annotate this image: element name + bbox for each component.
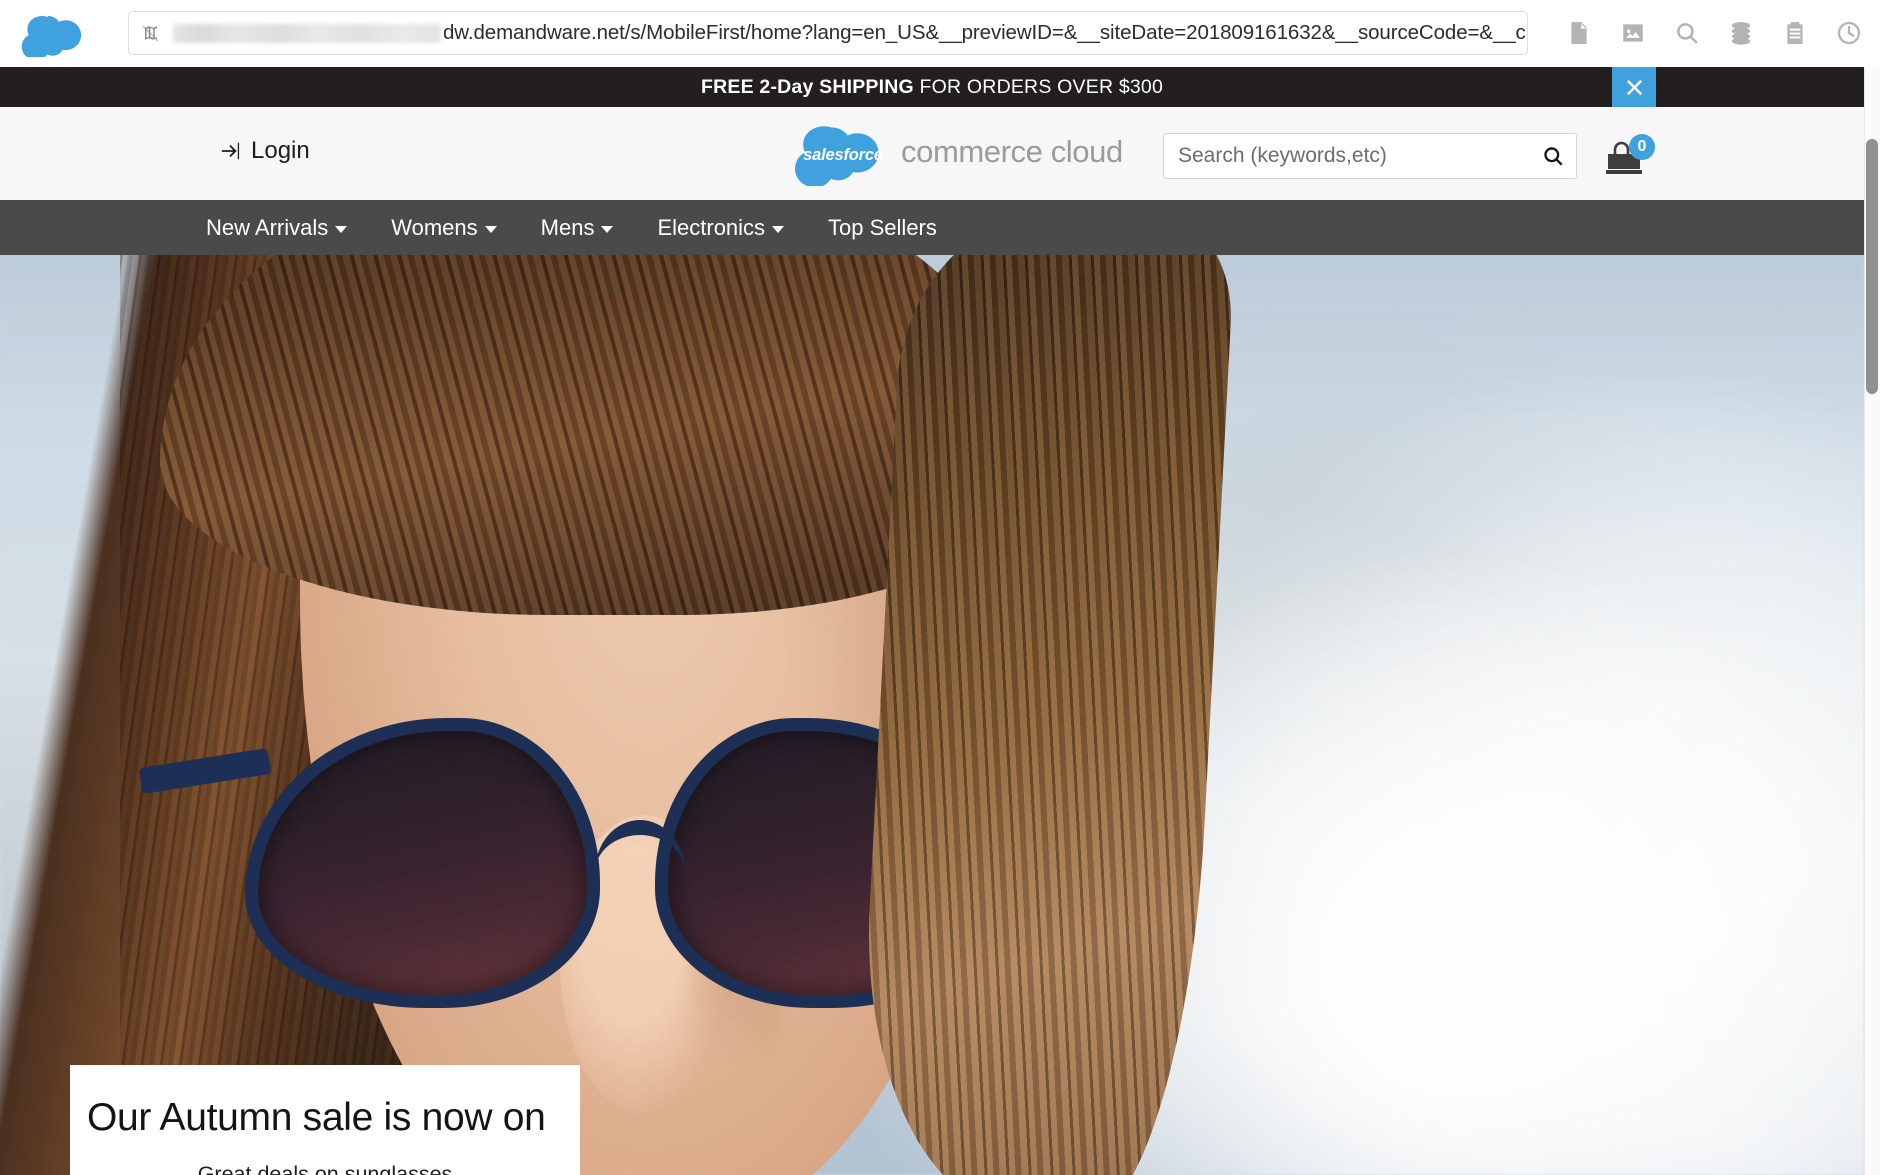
site-header: Login salesforce commerce cloud bbox=[0, 107, 1864, 200]
nav-item-womens[interactable]: Womens bbox=[391, 214, 497, 241]
close-icon bbox=[1626, 79, 1642, 95]
browser-toolbar-icons bbox=[1566, 12, 1862, 54]
clipboard-icon[interactable] bbox=[1782, 20, 1808, 46]
chevron-down-icon bbox=[601, 225, 614, 233]
page-scrollbar-track[interactable] bbox=[1864, 67, 1880, 1175]
promo-text: FREE 2-Day SHIPPING FOR ORDERS OVER $300 bbox=[701, 76, 1163, 99]
login-link[interactable]: Login bbox=[220, 137, 310, 165]
chevron-down-icon bbox=[772, 225, 785, 233]
site-info-icon bbox=[142, 25, 159, 42]
brand-cloud-text: salesforce bbox=[803, 145, 883, 164]
page-scrollbar-thumb[interactable] bbox=[1866, 139, 1878, 394]
promo-banner: FREE 2-Day SHIPPING FOR ORDERS OVER $300 bbox=[0, 67, 1864, 107]
address-bar[interactable]: dw.demandware.net/s/MobileFirst/home?lan… bbox=[128, 11, 1528, 55]
search-box[interactable] bbox=[1163, 133, 1577, 179]
search-icon bbox=[1543, 146, 1563, 166]
clock-icon[interactable] bbox=[1836, 20, 1862, 46]
brand-logo[interactable]: salesforce commerce cloud bbox=[791, 121, 1123, 186]
browser-chrome: dw.demandware.net/s/MobileFirst/home?lan… bbox=[0, 0, 1880, 67]
chevron-down-icon bbox=[335, 225, 348, 233]
nav-label: Womens bbox=[391, 214, 478, 240]
image-icon[interactable] bbox=[1620, 20, 1646, 46]
sign-in-icon bbox=[221, 142, 240, 160]
hero-overlay-shade bbox=[0, 255, 1864, 1175]
nav-label: Electronics bbox=[657, 214, 766, 240]
main-navigation: New Arrivals Womens Mens Electronics Top… bbox=[0, 200, 1864, 255]
nav-item-new-arrivals[interactable]: New Arrivals bbox=[206, 214, 348, 241]
page-icon[interactable] bbox=[1566, 20, 1592, 46]
hero-banner: Our Autumn sale is now on Great deals on… bbox=[0, 255, 1864, 1175]
database-icon[interactable] bbox=[1728, 20, 1754, 46]
salesforce-cloud-logo bbox=[21, 16, 82, 57]
login-label: Login bbox=[251, 137, 310, 164]
nav-item-mens[interactable]: Mens bbox=[541, 215, 614, 241]
nav-label: Top Sellers bbox=[828, 214, 937, 240]
chevron-down-icon bbox=[484, 225, 497, 233]
cart-button[interactable]: 0 bbox=[1604, 134, 1660, 178]
nav-item-electronics[interactable]: Electronics bbox=[657, 214, 785, 241]
hero-message-card[interactable]: Our Autumn sale is now on Great deals on… bbox=[70, 1065, 580, 1175]
promo-close-button[interactable] bbox=[1612, 67, 1656, 107]
hero-photo-woman-sunglasses bbox=[0, 255, 1864, 1175]
brand-suffix-text: commerce cloud bbox=[901, 134, 1123, 169]
url-redacted-block bbox=[173, 23, 441, 43]
nav-label: Mens bbox=[540, 214, 595, 240]
search-submit-button[interactable] bbox=[1530, 134, 1576, 178]
url-text: dw.demandware.net/s/MobileFirst/home?lan… bbox=[443, 21, 1528, 44]
browser-window: dw.demandware.net/s/MobileFirst/home?lan… bbox=[0, 0, 1880, 1175]
cart-count-badge: 0 bbox=[1629, 134, 1655, 160]
promo-rest-text: FOR ORDERS OVER $300 bbox=[913, 75, 1164, 98]
nav-label: New Arrivals bbox=[206, 214, 329, 240]
salesforce-cloud-mark: salesforce bbox=[791, 121, 895, 186]
search-input[interactable] bbox=[1164, 144, 1530, 168]
hero-title: Our Autumn sale is now on bbox=[87, 1096, 546, 1139]
promo-bold-text: FREE 2-Day SHIPPING bbox=[700, 75, 914, 98]
hero-subtitle: Great deals on sunglasses bbox=[197, 1162, 453, 1175]
nav-item-top-sellers[interactable]: Top Sellers bbox=[828, 215, 937, 241]
search-icon[interactable] bbox=[1674, 20, 1700, 46]
